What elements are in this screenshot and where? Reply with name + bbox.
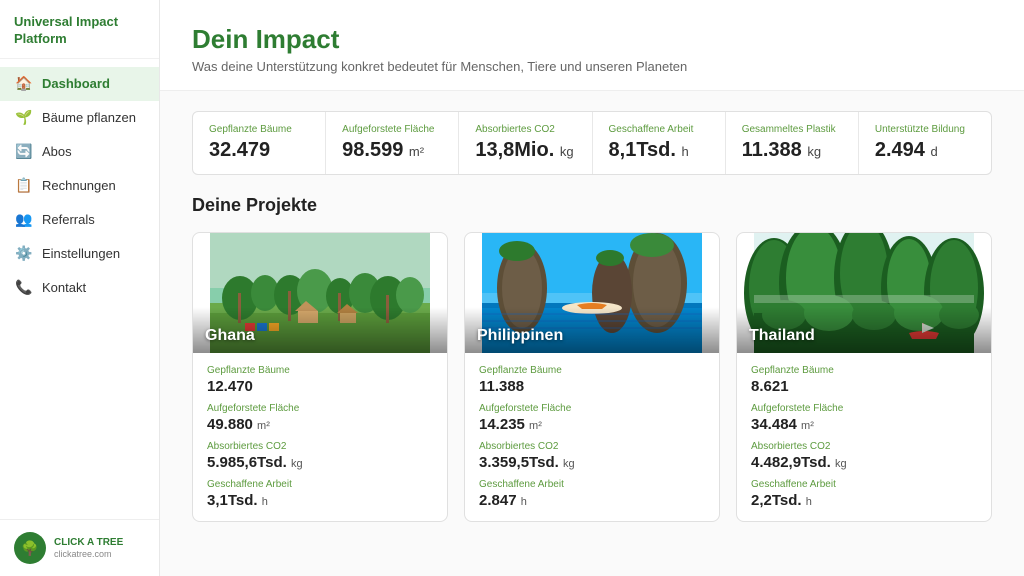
sidebar-footer: 🌳 CLICK A TREE clickatree.com	[0, 519, 159, 576]
stat-plastik: Gesammeltes Plastik 11.388 kg	[726, 112, 859, 174]
ghana-area-label: Aufgeforstete Fläche	[207, 403, 433, 414]
stat-baeume: Gepflanzte Bäume 32.479	[193, 112, 326, 174]
thai-work-value: 2,2Tsd. h	[751, 492, 977, 509]
stat-co2-label: Absorbiertes CO2	[475, 124, 575, 135]
stat-arbeit-value: 8,1Tsd. h	[609, 139, 709, 162]
sidebar-item-dashboard[interactable]: 🏠 Dashboard	[0, 67, 159, 101]
stat-co2-value: 13,8Mio. kg	[475, 139, 575, 162]
sidebar-label-dashboard: Dashboard	[42, 76, 110, 91]
brand-info: CLICK A TREE clickatree.com	[54, 537, 123, 559]
stat-bildung-label: Unterstützte Bildung	[875, 124, 975, 135]
sidebar-label-einstellungen: Einstellungen	[42, 246, 120, 261]
sidebar-label-baeume: Bäume pflanzen	[42, 110, 136, 125]
stat-baeume-value: 32.479	[209, 139, 309, 162]
project-stats-philippinen: Gepflanzte Bäume 11.388 Aufgeforstete Fl…	[465, 353, 719, 521]
project-image-thailand: Thailand	[737, 233, 991, 353]
phil-trees-label: Gepflanzte Bäume	[479, 365, 705, 376]
thai-co2-label: Absorbiertes CO2	[751, 441, 977, 452]
ghana-trees-value: 12.470	[207, 378, 433, 395]
stat-arbeit-label: Geschaffene Arbeit	[609, 124, 709, 135]
stat-flaeche-value: 98.599 m²	[342, 139, 442, 162]
thai-trees-label: Gepflanzte Bäume	[751, 365, 977, 376]
project-stats-ghana: Gepflanzte Bäume 12.470 Aufgeforstete Fl…	[193, 353, 447, 521]
sidebar-item-einstellungen[interactable]: ⚙️ Einstellungen	[0, 237, 159, 271]
brand-url: clickatree.com	[54, 549, 123, 559]
stats-bar: Gepflanzte Bäume 32.479 Aufgeforstete Fl…	[192, 111, 992, 175]
sidebar-label-referrals: Referrals	[42, 212, 95, 227]
stat-baeume-label: Gepflanzte Bäume	[209, 124, 309, 135]
projects-section: Deine Projekte	[160, 195, 1024, 546]
sidebar-nav: 🏠 Dashboard 🌱 Bäume pflanzen 🔄 Abos 📋 Re…	[0, 59, 159, 519]
project-card-philippinen[interactable]: Philippinen Gepflanzte Bäume 11.388 Aufg…	[464, 232, 720, 522]
dashboard-icon: 🏠	[16, 76, 32, 92]
phil-co2-value: 3.359,5Tsd. kg	[479, 454, 705, 471]
ghana-work-value: 3,1Tsd. h	[207, 492, 433, 509]
project-card-ghana[interactable]: Ghana Gepflanzte Bäume 12.470 Aufgeforst…	[192, 232, 448, 522]
thai-trees-value: 8.621	[751, 378, 977, 395]
sidebar-label-kontakt: Kontakt	[42, 280, 86, 295]
sidebar: Universal ImpactPlatform 🏠 Dashboard 🌱 B…	[0, 0, 160, 576]
phil-work-label: Geschaffene Arbeit	[479, 479, 705, 490]
stat-plastik-value: 11.388 kg	[742, 139, 842, 162]
page-header: Dein Impact Was deine Unterstützung konk…	[160, 0, 1024, 91]
stat-bildung: Unterstützte Bildung 2.494 d	[859, 112, 991, 174]
sidebar-item-rechnungen[interactable]: 📋 Rechnungen	[0, 169, 159, 203]
phil-area-value: 14.235 m²	[479, 416, 705, 433]
referrals-icon: 👥	[16, 212, 32, 228]
sidebar-label-abos: Abos	[42, 144, 72, 159]
projects-grid: Ghana Gepflanzte Bäume 12.470 Aufgeforst…	[192, 232, 992, 522]
stat-bildung-value: 2.494 d	[875, 139, 975, 162]
stat-arbeit: Geschaffene Arbeit 8,1Tsd. h	[593, 112, 726, 174]
sidebar-label-rechnungen: Rechnungen	[42, 178, 116, 193]
phil-co2-label: Absorbiertes CO2	[479, 441, 705, 452]
ghana-area-value: 49.880 m²	[207, 416, 433, 433]
sidebar-item-kontakt[interactable]: 📞 Kontakt	[0, 271, 159, 305]
project-card-thailand[interactable]: Thailand Gepflanzte Bäume 8.621 Aufgefor…	[736, 232, 992, 522]
project-image-philippinen: Philippinen	[465, 233, 719, 353]
thai-work-label: Geschaffene Arbeit	[751, 479, 977, 490]
platform-name: Universal ImpactPlatform	[0, 0, 159, 59]
brand-logo: 🌳	[14, 532, 46, 564]
stat-flaeche-label: Aufgeforstete Fläche	[342, 124, 442, 135]
rechnungen-icon: 📋	[16, 178, 32, 194]
project-name-thailand: Thailand	[737, 307, 991, 353]
project-name-ghana: Ghana	[193, 307, 447, 353]
abos-icon: 🔄	[16, 144, 32, 160]
main-content: Dein Impact Was deine Unterstützung konk…	[160, 0, 1024, 576]
page-title: Dein Impact	[192, 24, 992, 55]
ghana-trees-label: Gepflanzte Bäume	[207, 365, 433, 376]
settings-icon: ⚙️	[16, 246, 32, 262]
projects-title: Deine Projekte	[192, 195, 992, 216]
ghana-work-label: Geschaffene Arbeit	[207, 479, 433, 490]
contact-icon: 📞	[16, 280, 32, 296]
phil-work-value: 2.847 h	[479, 492, 705, 509]
sidebar-item-abos[interactable]: 🔄 Abos	[0, 135, 159, 169]
project-name-philippinen: Philippinen	[465, 307, 719, 353]
thai-co2-value: 4.482,9Tsd. kg	[751, 454, 977, 471]
tree-icon: 🌱	[16, 110, 32, 126]
phil-trees-value: 11.388	[479, 378, 705, 395]
stat-plastik-label: Gesammeltes Plastik	[742, 124, 842, 135]
brand-name: CLICK A TREE	[54, 537, 123, 549]
project-image-ghana: Ghana	[193, 233, 447, 353]
sidebar-item-referrals[interactable]: 👥 Referrals	[0, 203, 159, 237]
thai-area-label: Aufgeforstete Fläche	[751, 403, 977, 414]
stat-co2: Absorbiertes CO2 13,8Mio. kg	[459, 112, 592, 174]
ghana-co2-label: Absorbiertes CO2	[207, 441, 433, 452]
sidebar-item-baeume[interactable]: 🌱 Bäume pflanzen	[0, 101, 159, 135]
project-stats-thailand: Gepflanzte Bäume 8.621 Aufgeforstete Flä…	[737, 353, 991, 521]
ghana-co2-value: 5.985,6Tsd. kg	[207, 454, 433, 471]
phil-area-label: Aufgeforstete Fläche	[479, 403, 705, 414]
stat-flaeche: Aufgeforstete Fläche 98.599 m²	[326, 112, 459, 174]
thai-area-value: 34.484 m²	[751, 416, 977, 433]
page-subtitle: Was deine Unterstützung konkret bedeutet…	[192, 59, 992, 74]
